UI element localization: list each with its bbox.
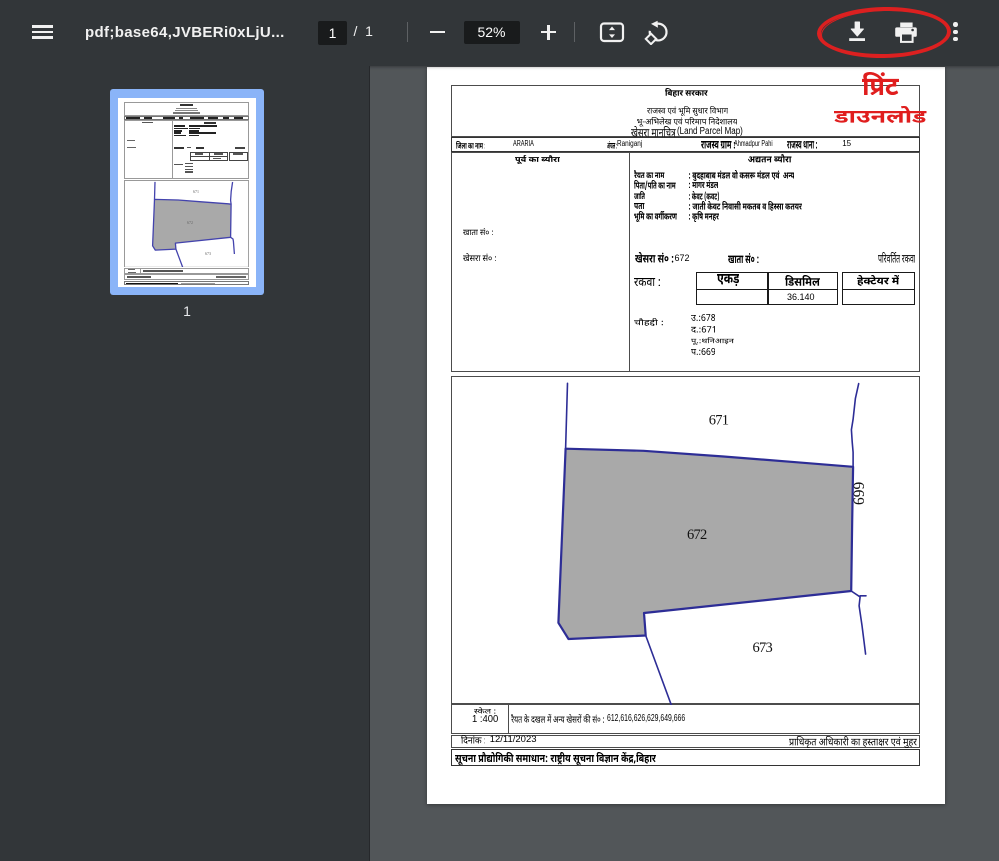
svg-text:673: 673 (752, 640, 772, 656)
svg-text:673: 673 (205, 251, 211, 256)
svg-text:672: 672 (687, 526, 707, 542)
svg-text:672: 672 (187, 220, 193, 225)
svg-text:669: 669 (849, 481, 866, 505)
svg-text:671: 671 (193, 189, 199, 194)
svg-text:671: 671 (708, 412, 728, 428)
